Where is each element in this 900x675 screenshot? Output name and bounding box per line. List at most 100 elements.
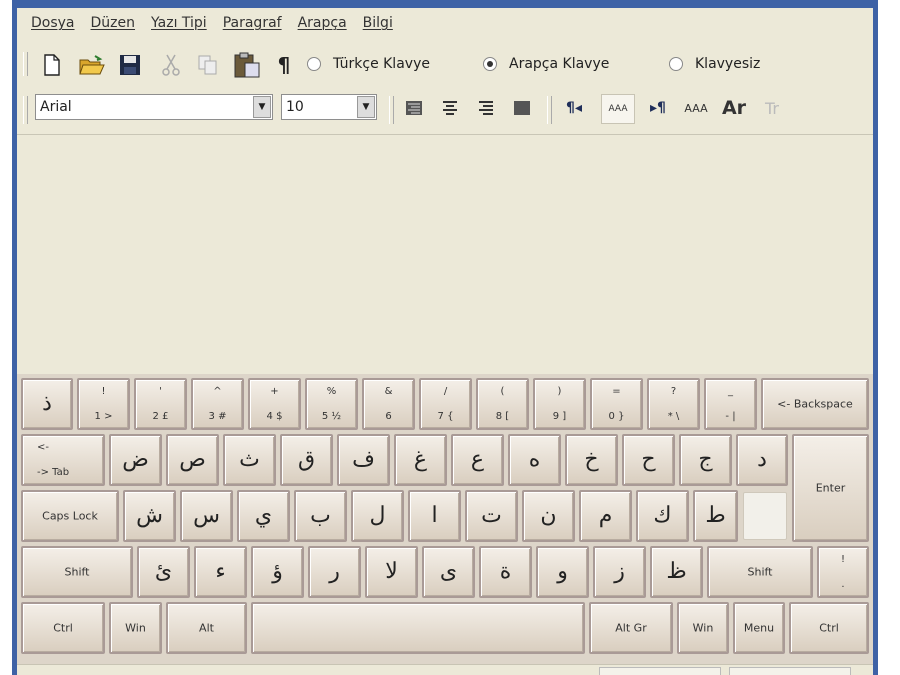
- key-space[interactable]: [251, 602, 585, 654]
- key-ctrl-right[interactable]: Ctrl: [789, 602, 869, 654]
- key-win-left[interactable]: Win: [109, 602, 162, 654]
- menu-duzen[interactable]: Düzen: [91, 15, 136, 31]
- key-dad[interactable]: ض: [109, 434, 162, 486]
- key-alt[interactable]: Alt: [166, 602, 247, 654]
- key-ain[interactable]: ع: [451, 434, 504, 486]
- key-dhal[interactable]: ذ: [21, 378, 73, 430]
- key-ctrl-left[interactable]: Ctrl: [21, 602, 105, 654]
- key-alt-gr[interactable]: Alt Gr: [589, 602, 673, 654]
- key-mim[interactable]: م: [579, 490, 632, 542]
- key-0[interactable]: = 0 }: [590, 378, 643, 430]
- key-9[interactable]: ) 9 ]: [533, 378, 586, 430]
- key-alif-maqsura[interactable]: ى: [422, 546, 475, 598]
- key-ra[interactable]: ر: [308, 546, 361, 598]
- key-shift-left[interactable]: Shift: [21, 546, 133, 598]
- key-sin[interactable]: س: [180, 490, 233, 542]
- key-nun[interactable]: ن: [522, 490, 575, 542]
- key-fa[interactable]: ف: [337, 434, 390, 486]
- key-jim[interactable]: ج: [679, 434, 732, 486]
- key-char: ء: [215, 559, 226, 584]
- text-editor[interactable]: [17, 134, 873, 375]
- key-enter[interactable]: Enter: [792, 434, 869, 542]
- key-hamza[interactable]: ء: [194, 546, 247, 598]
- radio-turkce-klavye[interactable]: Türkçe Klavye: [307, 56, 430, 72]
- key-question[interactable]: ? * \: [647, 378, 700, 430]
- size-select[interactable]: 10 ▼: [281, 94, 377, 120]
- key-alif[interactable]: ا: [408, 490, 461, 542]
- key-ta-marbuta[interactable]: ة: [479, 546, 532, 598]
- key-2[interactable]: ' 2 £: [134, 378, 187, 430]
- key-hamza-ya[interactable]: ئ: [137, 546, 190, 598]
- menu-paragraf[interactable]: Paragraf: [223, 15, 282, 31]
- key-4[interactable]: +4 $: [248, 378, 301, 430]
- radio-circle-klavyesiz[interactable]: [669, 57, 683, 71]
- key-waw[interactable]: و: [536, 546, 589, 598]
- align-center-icon[interactable]: [437, 94, 463, 122]
- toolbar-grip[interactable]: [23, 96, 28, 124]
- key-char: ئ: [154, 559, 173, 584]
- key-caps-lock[interactable]: Caps Lock: [21, 490, 119, 542]
- key-backspace[interactable]: <- Backspace: [761, 378, 869, 430]
- key-3[interactable]: ^ 3 #: [191, 378, 244, 430]
- ltr-paragraph-icon[interactable]: ▸¶: [645, 94, 671, 122]
- chevron-down-icon[interactable]: ▼: [357, 96, 375, 118]
- key-lam[interactable]: ل: [351, 490, 404, 542]
- menu-bilgi[interactable]: Bilgi: [363, 15, 393, 31]
- key-shin[interactable]: ش: [123, 490, 176, 542]
- font-select[interactable]: Arial ▼: [35, 94, 273, 120]
- key-minus[interactable]: _ - |: [704, 378, 757, 430]
- key-sad[interactable]: ص: [166, 434, 219, 486]
- radio-circle-arapca[interactable]: [483, 57, 497, 71]
- chevron-down-icon[interactable]: ▼: [253, 96, 271, 118]
- key-6[interactable]: & 6: [362, 378, 415, 430]
- transliteration-icon[interactable]: Tr: [757, 94, 787, 122]
- key-win-right[interactable]: Win: [677, 602, 729, 654]
- menu-dosya[interactable]: Dosya: [31, 15, 75, 31]
- key-ta[interactable]: ت: [465, 490, 518, 542]
- large-text-icon[interactable]: Ar: [719, 94, 749, 122]
- key-dal[interactable]: د: [736, 434, 788, 486]
- key-7[interactable]: / 7 {: [419, 378, 472, 430]
- small-text-icon[interactable]: AAA: [601, 94, 635, 124]
- paste-icon[interactable]: [231, 50, 263, 80]
- key-period[interactable]: !.: [817, 546, 869, 598]
- justify-icon[interactable]: [509, 94, 535, 122]
- align-right-icon[interactable]: [401, 94, 427, 122]
- copy-icon[interactable]: [195, 52, 221, 78]
- key-lam-alif[interactable]: لا: [365, 546, 418, 598]
- key-ha[interactable]: ه: [508, 434, 561, 486]
- key-kha[interactable]: خ: [565, 434, 618, 486]
- key-zay[interactable]: ز: [593, 546, 646, 598]
- key-1[interactable]: ! 1 >: [77, 378, 130, 430]
- key-tta[interactable]: ط: [693, 490, 738, 542]
- toolbar-grip[interactable]: [23, 52, 28, 76]
- key-qaf[interactable]: ق: [280, 434, 333, 486]
- radio-circle-turkce[interactable]: [307, 57, 321, 71]
- key-tab[interactable]: <- -> Tab: [21, 434, 105, 486]
- key-kaf[interactable]: ك: [636, 490, 689, 542]
- key-ba[interactable]: ب: [294, 490, 347, 542]
- paragraph-icon[interactable]: ¶: [273, 52, 295, 78]
- open-folder-icon[interactable]: [77, 52, 107, 78]
- key-8[interactable]: (8 [: [476, 378, 529, 430]
- key-ya[interactable]: ي: [237, 490, 290, 542]
- radio-arapca-klavye[interactable]: Arapça Klavye: [483, 56, 609, 72]
- radio-klavyesiz[interactable]: Klavyesiz: [669, 56, 760, 72]
- cut-icon[interactable]: [159, 52, 183, 78]
- key-5[interactable]: % 5 ½: [305, 378, 358, 430]
- key-dha[interactable]: ظ: [650, 546, 703, 598]
- menu-yazi-tipi[interactable]: Yazı Tipi: [151, 15, 207, 31]
- align-left-icon[interactable]: [473, 94, 499, 122]
- key-char: ل: [369, 503, 386, 528]
- new-file-icon[interactable]: [39, 52, 65, 78]
- key-ghain[interactable]: غ: [394, 434, 447, 486]
- menu-arapca[interactable]: Arapça: [298, 15, 347, 31]
- key-hamza-waw[interactable]: ؤ: [251, 546, 304, 598]
- key-shift-right[interactable]: Shift: [707, 546, 813, 598]
- medium-text-icon[interactable]: AAA: [681, 94, 711, 122]
- save-icon[interactable]: [117, 52, 143, 78]
- key-tha[interactable]: ث: [223, 434, 276, 486]
- key-menu[interactable]: Menu: [733, 602, 785, 654]
- key-hha[interactable]: ح: [622, 434, 675, 486]
- rtl-paragraph-icon[interactable]: ¶◂: [561, 94, 587, 122]
